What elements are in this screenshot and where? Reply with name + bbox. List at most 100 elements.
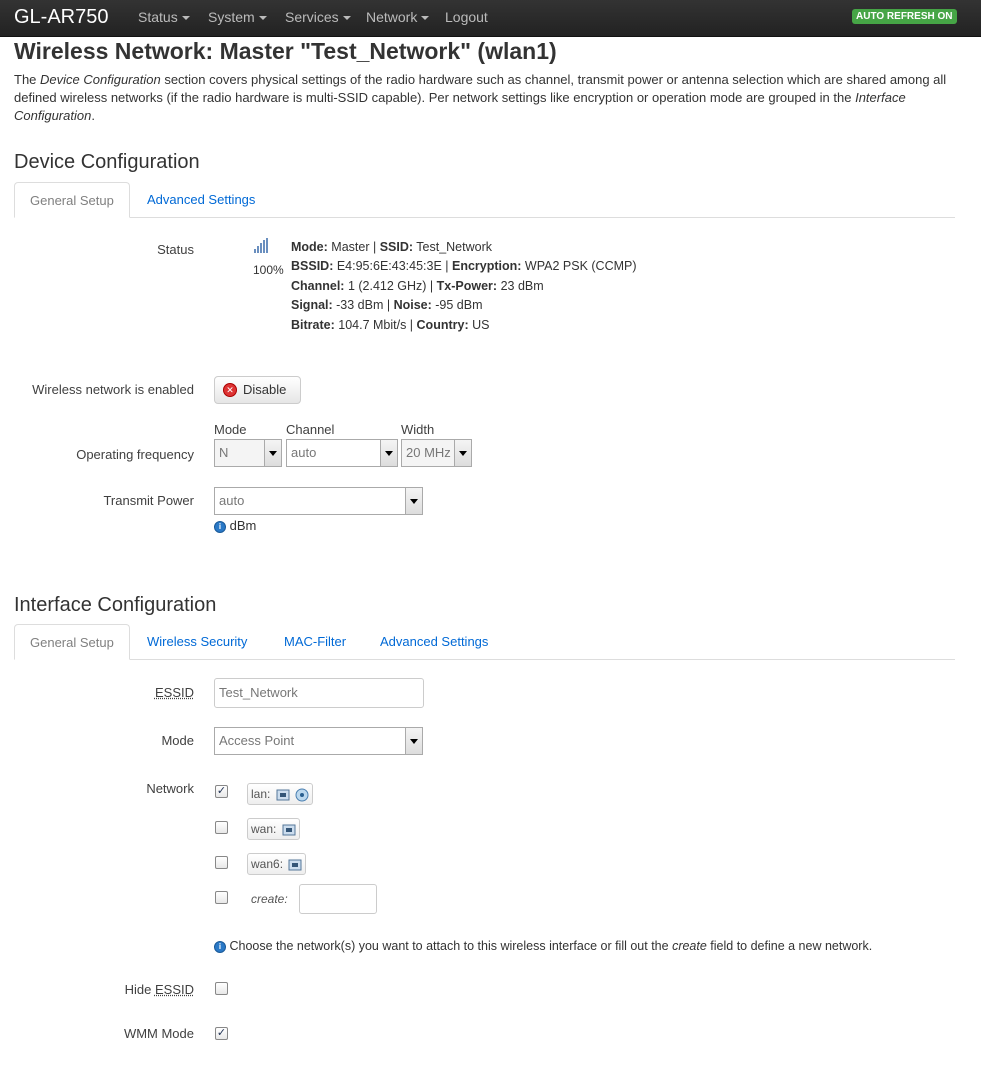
- menu-system-label: System: [208, 9, 255, 25]
- chevron-down-icon: [405, 728, 422, 754]
- auto-refresh-badge[interactable]: AUTO REFRESH ON: [852, 9, 957, 24]
- operating-frequency-label: Operating frequency: [76, 447, 194, 462]
- network-wan-badge: wan:: [247, 818, 300, 840]
- help-icon: i: [214, 940, 226, 953]
- freq-width-select[interactable]: 20 MHz: [401, 439, 472, 467]
- status-key: BSSID:: [291, 259, 334, 273]
- menu-status-label: Status: [138, 9, 178, 25]
- page-description: The Device Configuration section covers …: [14, 71, 964, 125]
- network-help-part: field to define a new network.: [706, 939, 873, 953]
- help-icon: i: [214, 520, 226, 533]
- signal-percent: 100%: [253, 263, 284, 277]
- status-value: 104.7 Mbit/s |: [334, 318, 417, 332]
- status-value: -95 dBm: [431, 298, 483, 312]
- freq-mode-label: Mode: [214, 422, 247, 437]
- transmit-power-label: Transmit Power: [103, 493, 194, 508]
- status-key: Encryption:: [452, 259, 522, 273]
- page-title: Wireless Network: Master "Test_Network" …: [14, 38, 557, 64]
- desc-emphasis: Device Configuration: [40, 72, 161, 87]
- chevron-down-icon: [454, 440, 471, 466]
- essid-input[interactable]: Test_Network: [214, 678, 424, 708]
- menu-services-label: Services: [285, 9, 339, 25]
- network-create-checkbox[interactable]: [215, 891, 228, 904]
- transmit-power-help: i dBm: [214, 518, 256, 533]
- desc-text: The: [14, 72, 41, 87]
- chevron-down-icon: [380, 440, 397, 466]
- signal-strength-icon: [254, 238, 268, 253]
- network-lan-checkbox[interactable]: ✓: [215, 785, 228, 798]
- ethernet-port-icon: [282, 824, 296, 836]
- tab-interface-advanced-settings[interactable]: Advanced Settings: [365, 624, 503, 660]
- freq-mode-value: N: [219, 445, 229, 460]
- chevron-down-icon: [264, 440, 281, 466]
- hide-essid-label-text: Hide: [124, 982, 155, 997]
- freq-mode-select[interactable]: N: [214, 439, 282, 467]
- status-value: -33 dBm |: [332, 298, 394, 312]
- status-label: Status: [157, 242, 194, 257]
- network-wan-checkbox[interactable]: [215, 821, 228, 834]
- freq-channel-value: auto: [291, 445, 317, 460]
- network-lan-name: lan:: [251, 787, 271, 801]
- chevron-down-icon: [421, 16, 430, 21]
- enabled-label: Wireless network is enabled: [32, 382, 194, 397]
- network-wan6-checkbox[interactable]: [215, 856, 228, 869]
- menu-network[interactable]: Network: [366, 9, 430, 25]
- menu-network-label: Network: [366, 9, 418, 25]
- network-wan-name: wan:: [251, 822, 277, 836]
- desc-text: .: [91, 108, 95, 123]
- ethernet-port-icon: [288, 859, 302, 871]
- tab-device-advanced-settings[interactable]: Advanced Settings: [132, 182, 270, 218]
- network-help-part: Choose the network(s) you want to attach…: [229, 939, 673, 953]
- disable-button[interactable]: ✕ Disable: [214, 376, 301, 404]
- close-icon: ✕: [223, 383, 237, 397]
- status-key: Mode:: [291, 240, 328, 254]
- status-value: US: [468, 318, 490, 332]
- create-label: create:: [251, 892, 288, 906]
- disable-button-label: Disable: [243, 382, 287, 397]
- ethernet-port-icon: [276, 789, 290, 801]
- network-help-emphasis: create: [672, 939, 707, 953]
- network-help-text: i Choose the network(s) you want to atta…: [214, 939, 872, 953]
- status-value: Master |: [327, 240, 380, 254]
- status-value: E4:95:6E:43:45:3E |: [333, 259, 452, 273]
- tab-wireless-security[interactable]: Wireless Security: [132, 624, 262, 660]
- tab-device-general-setup[interactable]: General Setup: [14, 182, 130, 218]
- interface-config-heading: Interface Configuration: [14, 594, 217, 616]
- wmm-mode-checkbox[interactable]: ✓: [215, 1027, 228, 1040]
- network-wan6-name: wan6:: [251, 857, 284, 871]
- status-line: Signal: -33 dBm | Noise: -95 dBm: [291, 298, 483, 312]
- mode-select[interactable]: Access Point: [214, 727, 423, 755]
- create-network-input[interactable]: [299, 884, 377, 914]
- freq-channel-label: Channel: [286, 422, 335, 437]
- chevron-down-icon: [405, 488, 422, 514]
- device-config-heading: Device Configuration: [14, 151, 200, 173]
- transmit-power-value: auto: [219, 493, 245, 508]
- tab-interface-general-setup[interactable]: General Setup: [14, 624, 130, 660]
- transmit-power-select[interactable]: auto: [214, 487, 423, 515]
- network-lan-badge: lan:: [247, 783, 314, 805]
- network-wan6-badge: wan6:: [247, 853, 307, 875]
- mode-label: Mode: [161, 733, 194, 748]
- status-key: Bitrate:: [291, 318, 335, 332]
- status-line: BSSID: E4:95:6E:43:45:3E | Encryption: W…: [291, 259, 637, 273]
- brand-logo[interactable]: GL-AR750: [14, 6, 109, 29]
- menu-services[interactable]: Services: [285, 9, 351, 25]
- menu-status[interactable]: Status: [138, 9, 190, 25]
- status-line: Bitrate: 104.7 Mbit/s | Country: US: [291, 318, 489, 332]
- menu-logout[interactable]: Logout: [445, 9, 488, 25]
- network-label: Network: [146, 781, 194, 796]
- hide-essid-checkbox[interactable]: [215, 982, 228, 995]
- status-value: Test_Network: [413, 240, 492, 254]
- mode-value: Access Point: [219, 733, 295, 748]
- status-key: Noise:: [393, 298, 432, 312]
- top-navbar: GL-AR750 Status System Services Network …: [0, 0, 981, 37]
- status-value: 1 (2.412 GHz) |: [344, 279, 437, 293]
- freq-channel-select[interactable]: auto: [286, 439, 398, 467]
- chevron-down-icon: [342, 16, 351, 21]
- status-key: SSID:: [379, 240, 414, 254]
- wmm-mode-label: WMM Mode: [123, 1026, 194, 1041]
- menu-system[interactable]: System: [208, 9, 267, 25]
- status-value: WPA2 PSK (CCMP): [521, 259, 637, 273]
- status-key: Channel:: [291, 279, 345, 293]
- tab-mac-filter[interactable]: MAC-Filter: [269, 624, 361, 660]
